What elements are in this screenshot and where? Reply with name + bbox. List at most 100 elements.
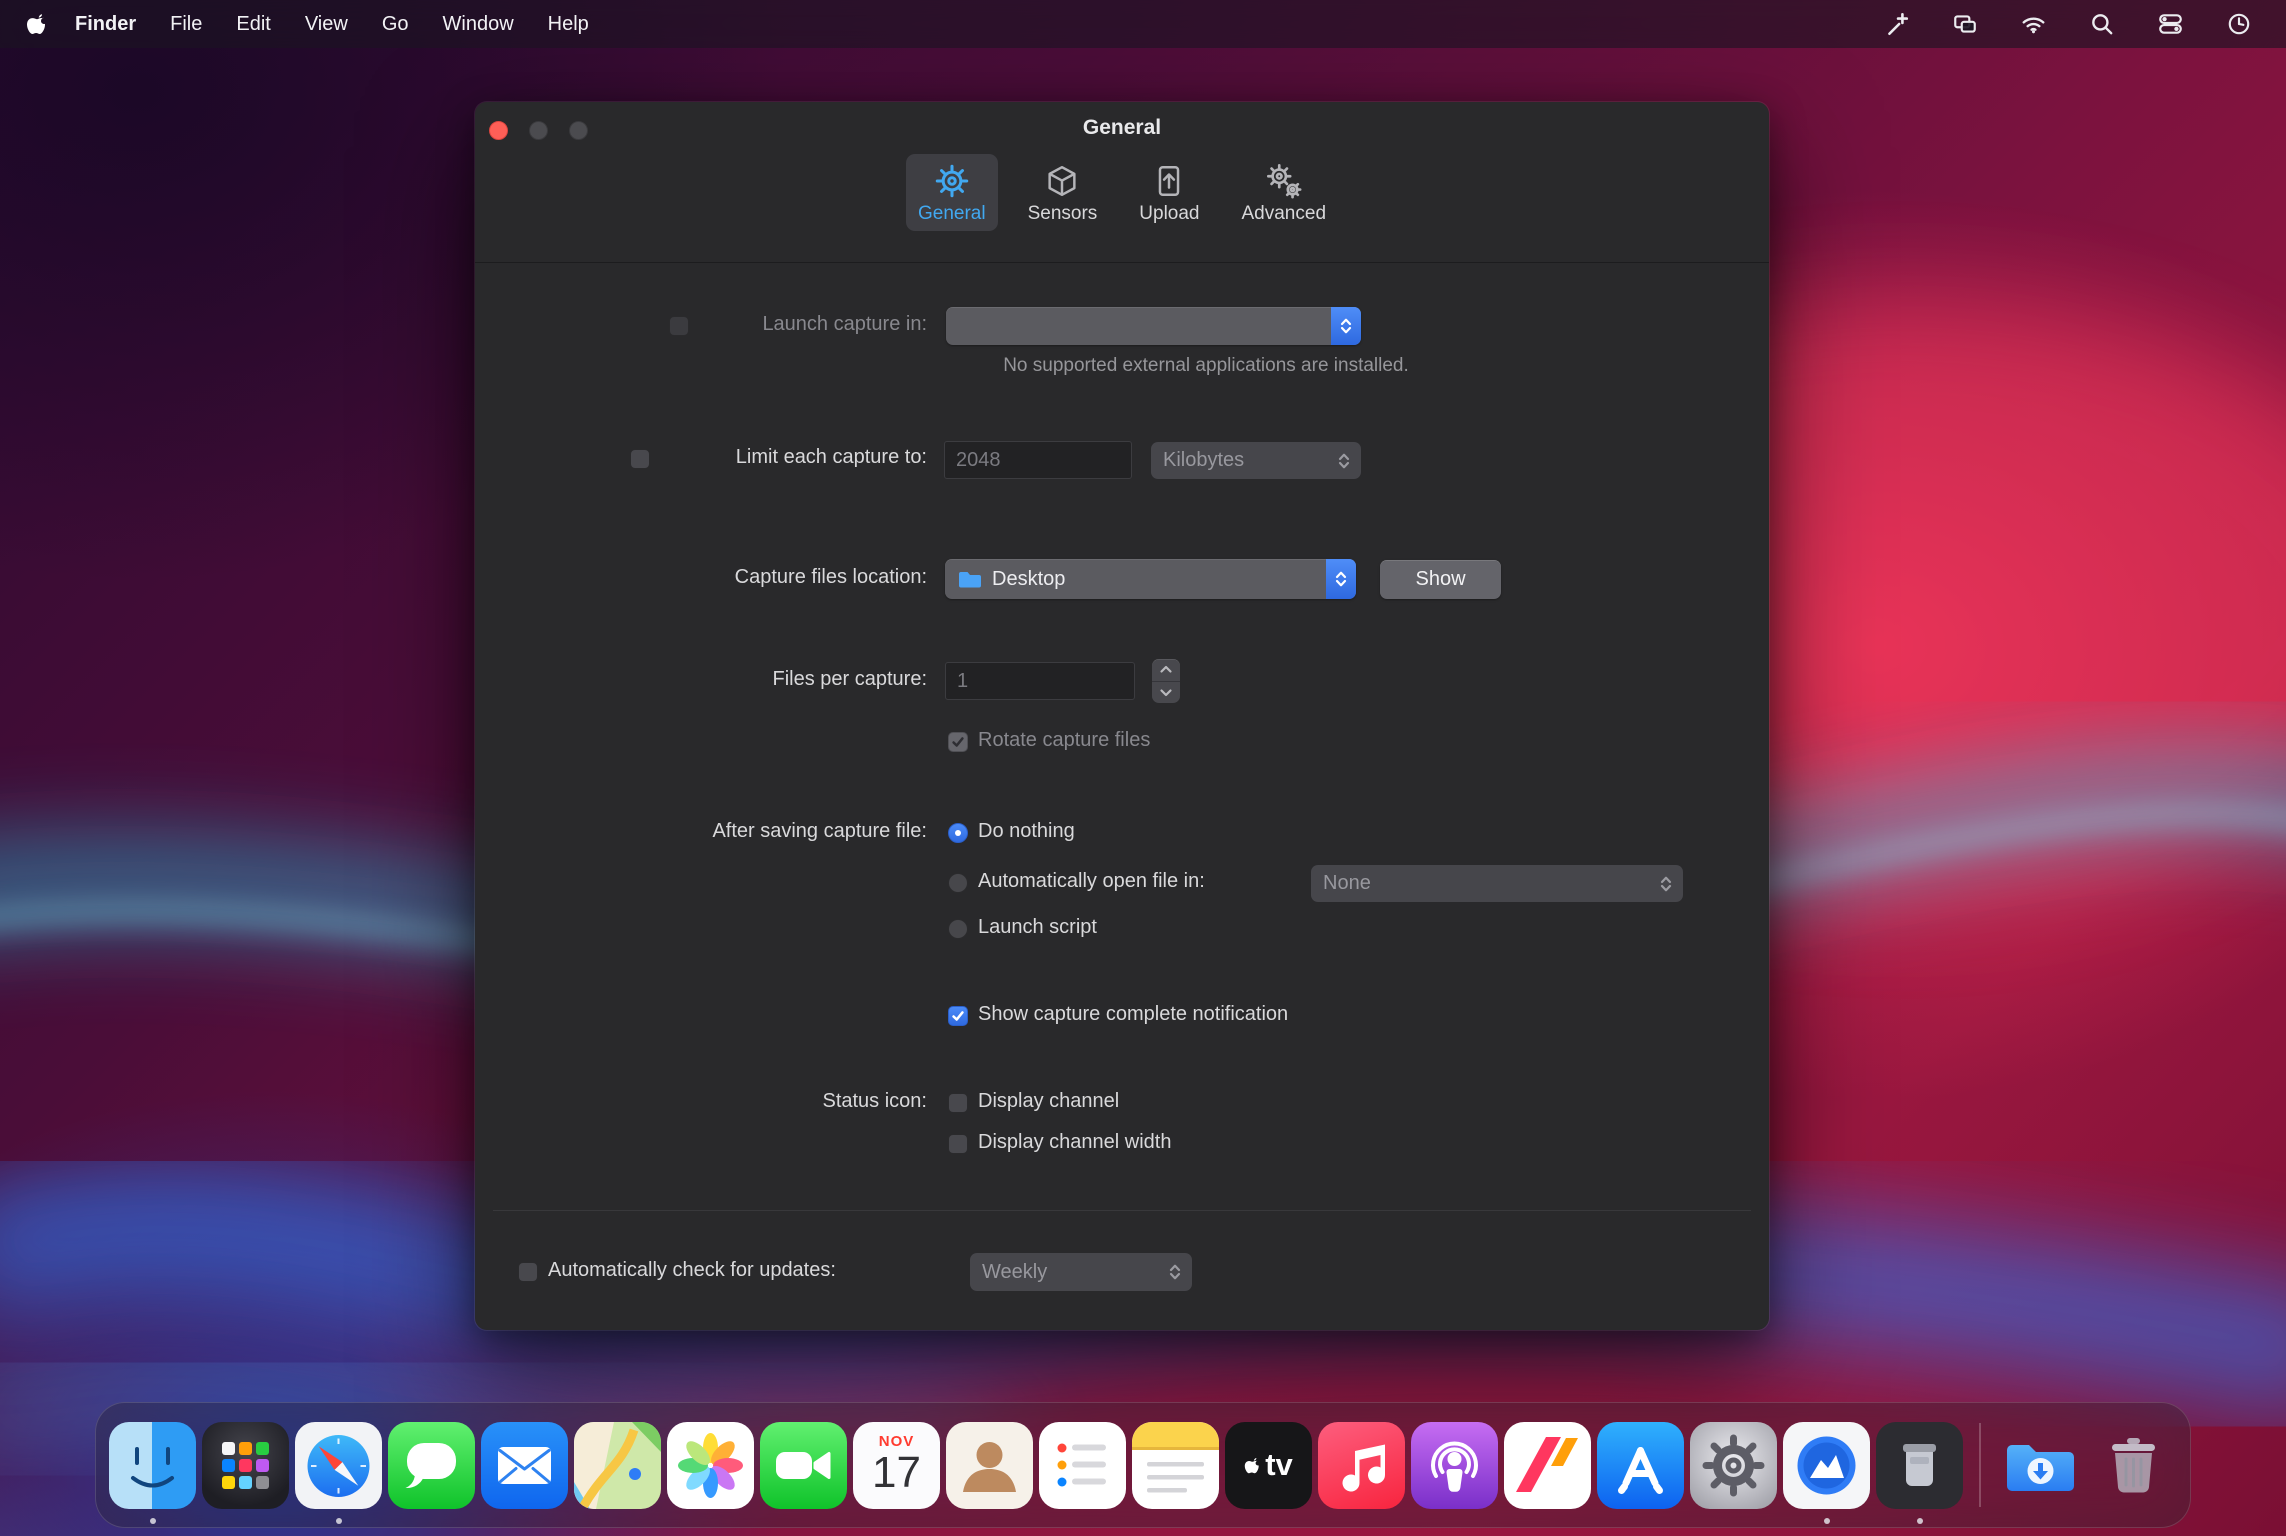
dock-item-messages[interactable] [388,1421,475,1509]
dock-item-facetime[interactable] [760,1421,847,1509]
display-channel-width-checkbox[interactable] [948,1134,968,1154]
monitor-app-icon [1783,1421,1870,1509]
launch-capture-checkbox[interactable] [669,316,689,336]
capture-size-field[interactable]: 2048 [944,441,1132,479]
dock-item-contacts[interactable] [946,1421,1033,1509]
dock-item-news[interactable] [1504,1421,1591,1509]
wand-icon[interactable] [1884,11,1910,37]
dock-item-monitor-app[interactable] [1783,1421,1870,1524]
system-preferences-icon [1690,1421,1777,1509]
capture-notification-label: Show capture complete notification [978,1003,1289,1025]
apple-icon [27,14,45,34]
limit-capture-checkbox[interactable] [630,449,650,469]
dock-item-finder[interactable] [109,1421,196,1524]
dock-item-launchpad[interactable] [202,1421,289,1509]
tab-general[interactable]: General [905,154,998,231]
capture-notification-checkbox[interactable] [948,1006,968,1026]
apple-menu[interactable] [26,12,48,36]
stepper-up-icon[interactable] [1152,659,1180,682]
music-icon [1318,1421,1405,1509]
open-file-in-value: None [1323,872,1371,894]
tab-advanced[interactable]: Advanced [1230,154,1339,231]
dock-item-photos[interactable] [667,1421,754,1509]
safari-icon [295,1421,382,1509]
menu-help[interactable]: Help [531,13,606,36]
preferences-window: General General Sensors Upload Advanced … [475,102,1769,1330]
launch-capture-label: Launch capture in: [762,313,927,335]
dock-item-capture-app[interactable] [1876,1421,1963,1524]
menu-go[interactable]: Go [365,13,426,36]
cube-icon [1048,165,1077,197]
app-store-icon [1597,1421,1684,1509]
upload-icon [1159,165,1180,197]
after-saving-label: After saving capture file: [712,820,927,842]
trash-icon [2090,1422,2177,1509]
menu-window[interactable]: Window [426,13,531,36]
facetime-icon [760,1421,847,1509]
launch-script-radio[interactable] [948,919,968,939]
clock-icon[interactable] [2226,11,2252,37]
dock-item-calendar[interactable]: NOV 17 [853,1421,940,1509]
popup-chevrons-icon [1327,442,1361,479]
maps-icon [574,1421,661,1509]
rotate-files-checkbox[interactable] [948,732,968,752]
open-file-in-radio[interactable] [948,873,968,893]
dock-item-system-preferences[interactable] [1690,1421,1777,1509]
dock-item-app-store[interactable] [1597,1421,1684,1509]
check-updates-checkbox[interactable] [518,1262,538,1282]
tab-sensors[interactable]: Sensors [1016,154,1110,231]
check-updates-label: Automatically check for updates: [548,1259,836,1281]
launch-capture-popup[interactable] [946,307,1361,345]
dock-item-tv[interactable]: tv [1225,1421,1312,1509]
do-nothing-radio[interactable] [948,823,968,843]
windows-icon[interactable] [1952,11,1978,37]
wifi-icon[interactable] [2020,11,2047,37]
tab-general-label: General [917,203,986,224]
downloads-icon [1997,1422,2084,1509]
running-indicator [1916,1517,1923,1524]
dock-item-maps[interactable] [574,1421,661,1509]
control-center-icon[interactable] [2157,11,2184,37]
tab-upload[interactable]: Upload [1127,154,1211,231]
location-popup-value: Desktop [992,567,1066,590]
running-indicator [149,1517,156,1524]
location-popup[interactable]: Desktop [945,559,1356,599]
menu-file[interactable]: File [153,13,219,36]
menu-bar: Finder File Edit View Go Window Help [0,0,2286,48]
limit-capture-label: Limit each capture to: [735,446,927,468]
search-icon[interactable] [2089,11,2115,37]
menu-edit[interactable]: Edit [219,13,287,36]
contacts-icon [946,1421,1033,1509]
dock-item-reminders[interactable] [1039,1421,1126,1509]
tab-sensors-label: Sensors [1027,203,1098,224]
dock-item-music[interactable] [1318,1421,1405,1509]
stepper-down-icon[interactable] [1152,682,1180,704]
display-channel-width-label: Display channel width [978,1131,1172,1153]
popup-chevrons-icon [1326,559,1356,599]
dock-item-safari[interactable] [295,1421,382,1524]
messages-icon [388,1421,475,1509]
capture-unit-popup[interactable]: Kilobytes [1151,442,1361,479]
tab-advanced-label: Advanced [1241,203,1327,224]
dock-item-podcasts[interactable] [1411,1421,1498,1509]
show-button[interactable]: Show [1380,560,1501,599]
tv-icon: tv [1225,1421,1312,1509]
files-per-capture-stepper[interactable] [1152,659,1180,703]
menu-view[interactable]: View [288,13,365,36]
display-channel-checkbox[interactable] [948,1093,968,1113]
files-per-capture-field[interactable]: 1 [945,662,1135,700]
menu-app-name[interactable]: Finder [58,13,153,36]
launch-script-label: Launch script [978,916,1097,938]
apple-logo-icon [1244,1457,1259,1473]
dock-item-notes[interactable] [1132,1421,1219,1509]
dock-item-mail[interactable] [481,1421,568,1509]
dock-item-downloads[interactable] [1997,1422,2084,1509]
running-indicator [335,1517,342,1524]
launch-capture-caption: No supported external applications are i… [1003,355,1409,376]
update-frequency-popup[interactable]: Weekly [970,1253,1192,1291]
status-icon-label: Status icon: [822,1090,927,1112]
gear-icon [935,164,969,198]
open-file-in-popup[interactable]: None [1311,865,1683,902]
dock-item-trash[interactable] [2090,1422,2177,1509]
capture-app-icon [1876,1421,1963,1509]
